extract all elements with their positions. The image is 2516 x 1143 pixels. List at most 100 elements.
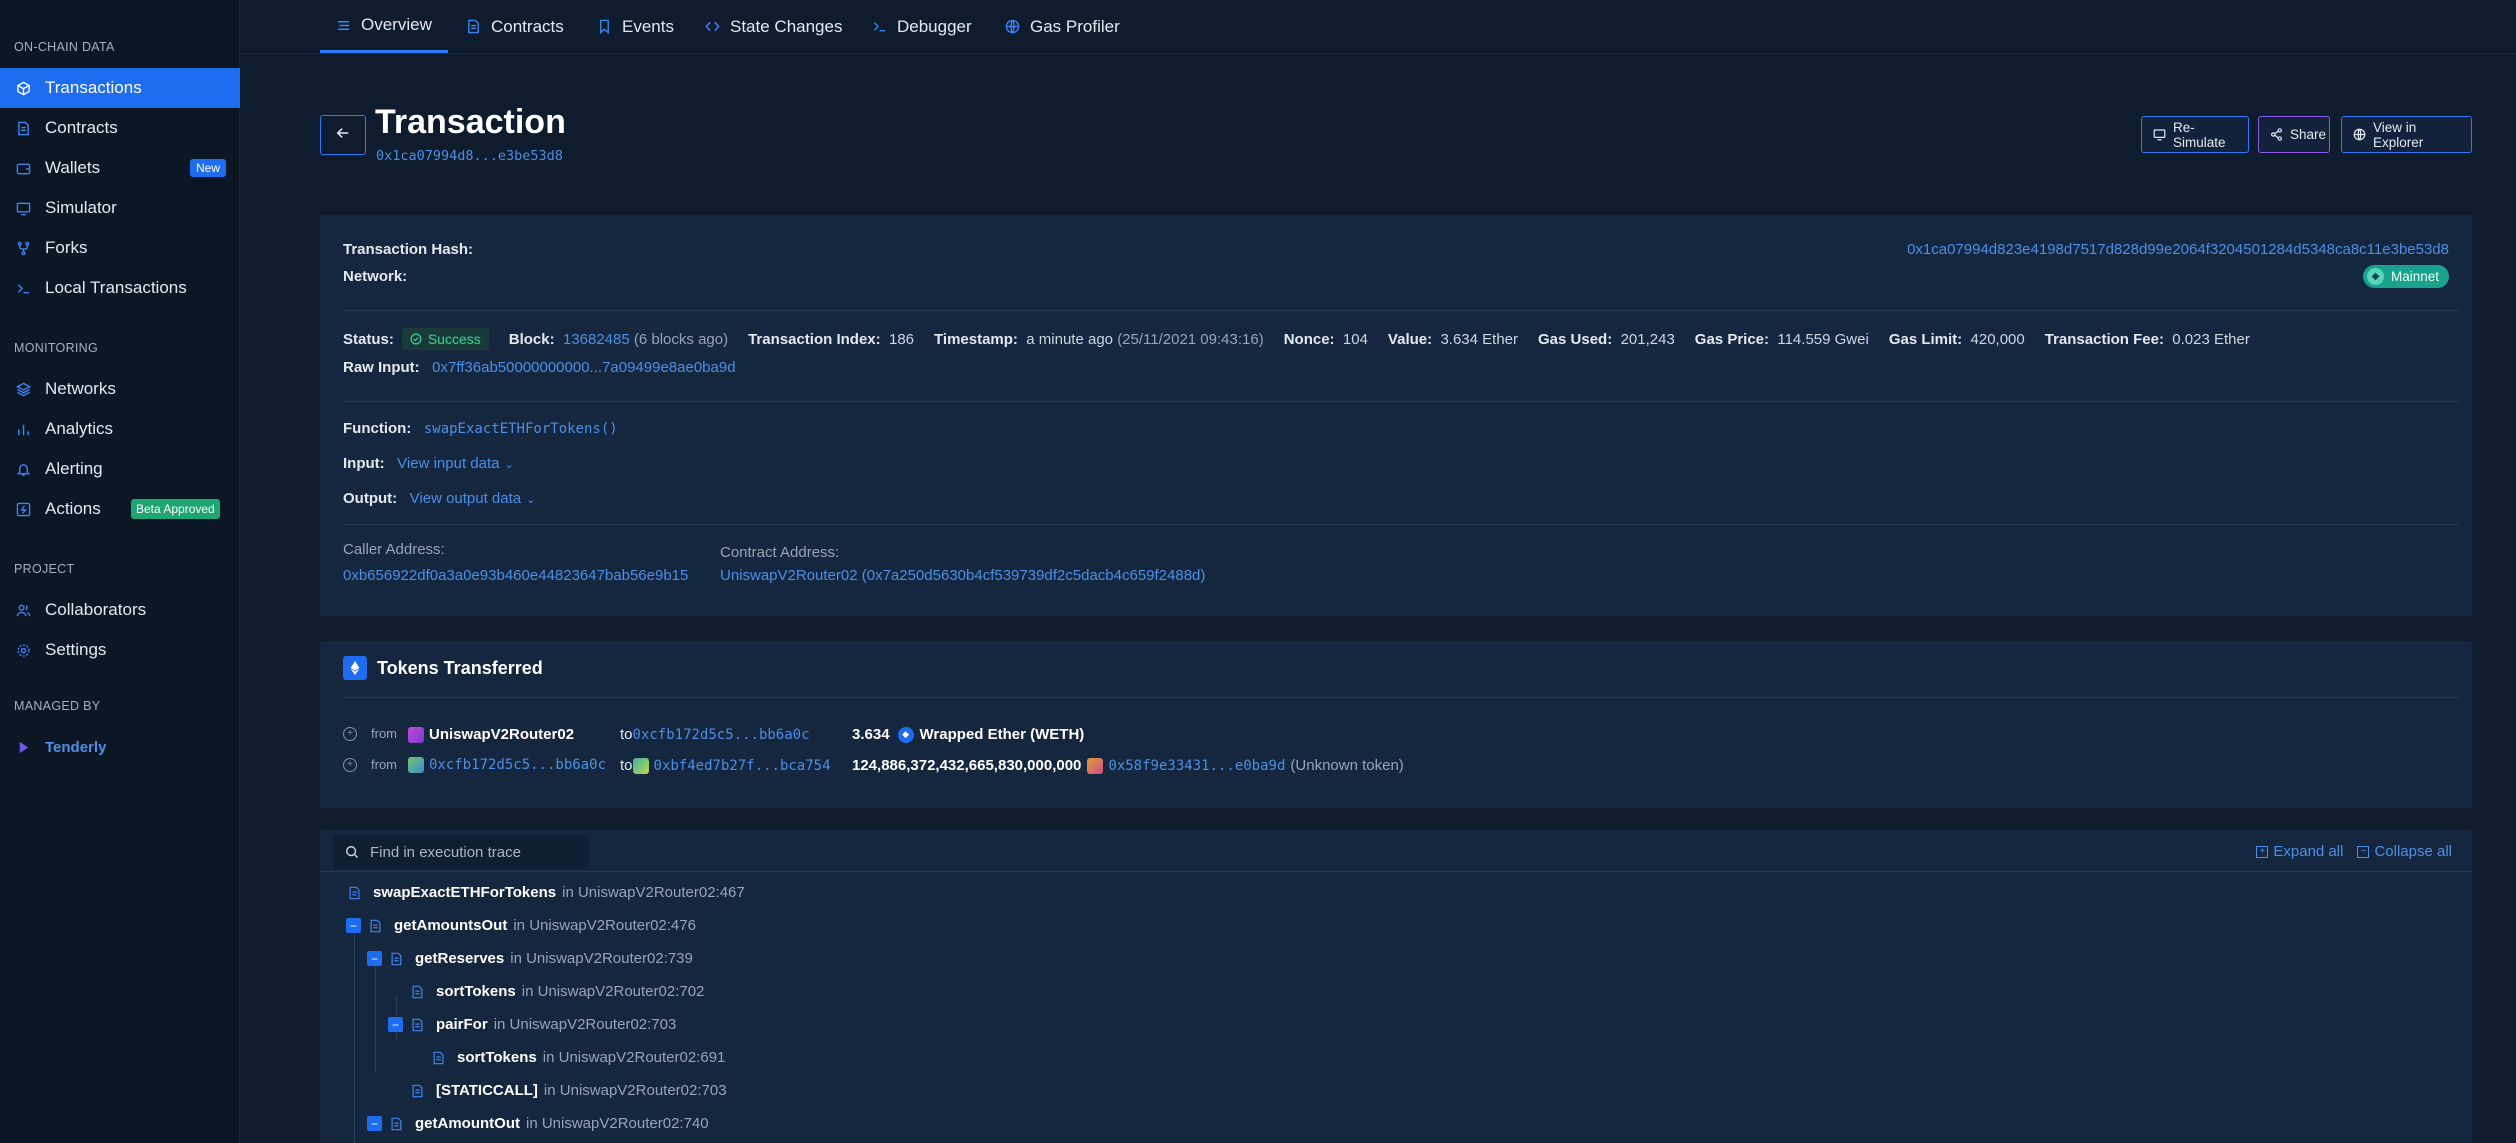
contract-address-value[interactable]: UniswapV2Router02 (0x7a250d5630b4cf53973… (720, 567, 1205, 584)
trace-row[interactable]: sortTokens in UniswapV2Router02:691 (432, 1049, 725, 1066)
caller-address-value[interactable]: 0xb656922df0a3a0e93b460e44823647bab56e9b… (343, 567, 688, 584)
trace-row[interactable]: − getReserves in UniswapV2Router02:739 (367, 950, 693, 967)
token-address[interactable]: 0x58f9e33431...e0ba9d (1108, 758, 1285, 774)
sidebar-item-settings[interactable]: Settings (0, 630, 240, 670)
trace-location: in UniswapV2Router02:691 (542, 1049, 726, 1066)
to-address[interactable]: 0xcfb172d5c5...bb6a0c (633, 727, 810, 743)
layers-icon (15, 381, 31, 397)
collapse-toggle[interactable]: − (367, 1116, 382, 1131)
token-name[interactable]: Wrapped Ether (WETH) (920, 726, 1085, 743)
transaction-fee-label: Transaction Fee: (2044, 330, 2164, 348)
timestamp-value: a minute ago (1026, 330, 1114, 348)
trace-function: sortTokens (457, 1049, 537, 1066)
avatar (632, 757, 649, 774)
minus-square-icon: − (2357, 845, 2370, 858)
trace-function: sortTokens (436, 983, 516, 1000)
sidebar-item-transactions[interactable]: Transactions (0, 68, 240, 108)
tab-contracts[interactable]: Contracts (466, 0, 564, 53)
collapse-toggle[interactable]: − (346, 918, 361, 933)
to-label: to (620, 726, 633, 743)
sidebar-item-forks[interactable]: Forks (0, 228, 240, 268)
back-button[interactable] (320, 115, 366, 155)
re-simulate-button[interactable]: Re-Simulate (2141, 116, 2249, 153)
document-icon (411, 1084, 424, 1098)
to-address[interactable]: 0xbf4ed7b27f...bca754 (654, 758, 831, 774)
sidebar-item-tenderly[interactable]: Tenderly (0, 727, 240, 767)
sidebar-item-actions[interactable]: Actions Beta Approved (0, 489, 240, 529)
ethereum-icon (343, 656, 367, 680)
from-address[interactable]: UniswapV2Router02 (429, 726, 574, 743)
document-icon (411, 985, 424, 999)
to-label: to (620, 757, 633, 774)
divider (343, 310, 2459, 311)
trace-row[interactable]: − getAmountsOut in UniswapV2Router02:476 (346, 917, 696, 934)
share-button[interactable]: Share (2258, 116, 2330, 153)
trace-function: [STATICCALL] (436, 1082, 538, 1099)
tab-gas-profiler[interactable]: Gas Profiler (1005, 0, 1120, 53)
trace-search-input[interactable] (370, 843, 580, 861)
tree-guide (354, 930, 355, 1143)
sidebar-item-wallets[interactable]: Wallets New (0, 148, 240, 188)
tab-debugger[interactable]: Debugger (872, 0, 972, 53)
tab-state-changes[interactable]: State Changes (705, 0, 842, 53)
chevron-down-icon: ⌄ (526, 494, 536, 506)
trace-location: in UniswapV2Router02:703 (543, 1082, 727, 1099)
check-circle-icon (410, 333, 422, 345)
expand-icon[interactable]: + (343, 726, 357, 741)
sidebar-item-networks[interactable]: Networks (0, 369, 240, 409)
trace-row[interactable]: swapExactETHForTokens in UniswapV2Router… (348, 884, 745, 901)
document-icon (411, 1018, 424, 1032)
bell-icon (15, 461, 31, 477)
section-on-chain-data: ON-CHAIN DATA (14, 40, 115, 54)
tab-overview[interactable]: Overview (320, 0, 448, 53)
tab-label: Contracts (491, 16, 564, 36)
raw-input-value[interactable]: 0x7ff36ab50000000000...7a09499e8ae0ba9d (432, 359, 735, 376)
sidebar-item-alerting[interactable]: Alerting (0, 449, 240, 489)
expand-icon[interactable]: + (343, 757, 357, 772)
trace-row[interactable]: [STATICCALL] in UniswapV2Router02:703 (411, 1082, 727, 1099)
collapse-all-button[interactable]: − Collapse all (2357, 843, 2452, 860)
terminal-icon (15, 280, 31, 296)
transaction-fee-value: 0.023 Ether (2172, 330, 2250, 348)
sidebar: ON-CHAIN DATA Transactions Contracts Wal… (0, 0, 240, 1143)
transaction-hash-value[interactable]: 0x1ca07994d823e4198d7517d828d99e2064f320… (1907, 241, 2449, 258)
button-label: Collapse all (2374, 843, 2452, 860)
transaction-hash-short[interactable]: 0x1ca07994d8...e3be53d8 (376, 148, 563, 164)
execution-trace-panel: +Expand all −Collapse all swapExactETHFo… (320, 830, 2472, 1143)
avatar (408, 757, 424, 773)
tab-label: Events (622, 16, 674, 36)
value-label: Value: (1387, 330, 1433, 348)
sidebar-item-simulator[interactable]: Simulator (0, 188, 240, 228)
trace-row[interactable]: − getAmountOut in UniswapV2Router02:740 (367, 1115, 709, 1132)
sidebar-item-label: Local Transactions (45, 278, 187, 297)
avatar (408, 726, 424, 743)
sidebar-item-collaborators[interactable]: Collaborators (0, 590, 240, 630)
beta-approved-badge: Beta Approved (131, 499, 220, 519)
gas-price-value: 114.559 Gwei (1777, 330, 1869, 348)
trace-function: swapExactETHForTokens (373, 884, 557, 901)
trace-row[interactable]: − pairFor in UniswapV2Router02:703 (388, 1016, 676, 1033)
expand-all-button[interactable]: + Expand all (2256, 843, 2343, 860)
value-value: 3.634 Ether (1440, 330, 1519, 348)
document-icon (348, 886, 361, 900)
view-input-data-link[interactable]: View input data ⌄ (397, 455, 514, 472)
view-output-data-link[interactable]: View output data ⌄ (410, 490, 536, 507)
from-label: from (371, 726, 397, 741)
sidebar-item-analytics[interactable]: Analytics (0, 409, 240, 449)
button-label: Re-Simulate (2173, 119, 2226, 150)
page-title: Transaction (375, 103, 566, 141)
sidebar-item-contracts[interactable]: Contracts (0, 108, 240, 148)
collapse-toggle[interactable]: − (388, 1017, 403, 1032)
from-address[interactable]: 0xcfb172d5c5...bb6a0c (429, 757, 606, 773)
function-value[interactable]: swapExactETHForTokens() (424, 421, 618, 437)
divider (343, 401, 2459, 402)
trace-row[interactable]: sortTokens in UniswapV2Router02:702 (411, 983, 704, 1000)
tab-label: Gas Profiler (1030, 16, 1120, 36)
view-in-explorer-button[interactable]: View in Explorer (2341, 116, 2472, 153)
trace-location: in UniswapV2Router02:467 (562, 884, 745, 901)
tab-events[interactable]: Events (597, 0, 674, 53)
block-link[interactable]: 13682485 (563, 331, 630, 348)
collapse-toggle[interactable]: − (367, 951, 382, 966)
sidebar-item-local-transactions[interactable]: Local Transactions (0, 268, 240, 308)
bookmark-icon (597, 19, 612, 34)
